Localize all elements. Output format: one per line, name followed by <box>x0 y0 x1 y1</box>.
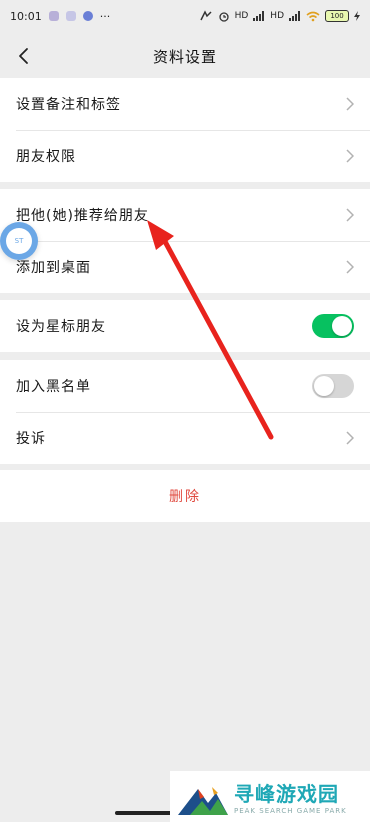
mountain-logo-icon <box>178 786 228 815</box>
watermark-chinese: 寻峰游戏园 <box>234 782 339 806</box>
watermark-logo: 寻峰游戏园 PEAK SEARCH GAME PARK <box>170 771 370 822</box>
watermark-text: 寻峰游戏园 PEAK SEARCH GAME PARK <box>234 778 347 815</box>
watermark-english: PEAK SEARCH GAME PARK <box>234 807 347 815</box>
annotation-arrow <box>147 220 274 440</box>
